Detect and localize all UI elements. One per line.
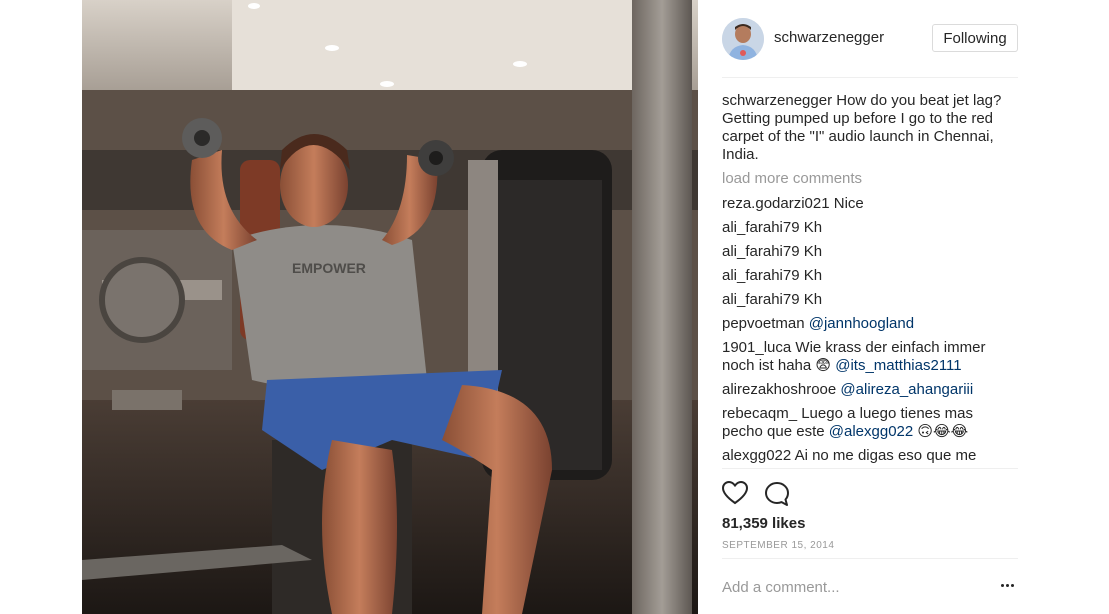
likes-count[interactable]: 81,359 likes <box>722 515 805 532</box>
comment-username[interactable]: pepvoetman <box>722 315 805 332</box>
post-caption: schwarzenegger How do you beat jet lag? … <box>722 92 1018 164</box>
avatar-image <box>722 18 764 60</box>
caption-username[interactable]: schwarzenegger <box>722 92 832 109</box>
comment-item: alexgg022 Ai no me digas eso que me <box>722 447 1018 465</box>
following-button[interactable]: Following <box>932 24 1018 52</box>
post-actions: 81,359 likes SEPTEMBER 15, 2014 <box>722 468 1018 551</box>
comment-item: reza.godarzi021 Nice <box>722 195 1018 213</box>
username[interactable]: schwarzenegger <box>774 29 884 46</box>
comment-item: ali_farahi79 Kh <box>722 243 1018 261</box>
comment-username[interactable]: reza.godarzi021 <box>722 195 830 212</box>
post-photo[interactable]: EMPOWER <box>82 0 698 614</box>
comment-username[interactable]: alirezakhoshrooe <box>722 381 836 398</box>
comment-mention-link[interactable]: @jannhoogland <box>809 315 914 332</box>
comment-username[interactable]: rebecaqm_ <box>722 405 797 422</box>
comment-username[interactable]: ali_farahi79 <box>722 219 800 236</box>
comment-text: Ai no me digas eso que me <box>794 447 977 464</box>
comments-list[interactable]: schwarzenegger How do you beat jet lag? … <box>722 92 1018 468</box>
comment-username[interactable]: ali_farahi79 <box>722 243 800 260</box>
comment-mention-link[interactable]: @alexgg022 <box>829 423 913 440</box>
comment-item: ali_farahi79 Kh <box>722 291 1018 309</box>
gym-photo-illustration: EMPOWER <box>82 0 698 614</box>
comment-bubble-icon[interactable] <box>764 481 790 507</box>
comment-item: ali_farahi79 Kh <box>722 267 1018 285</box>
add-comment-bar <box>722 558 1018 614</box>
comment-username[interactable]: 1901_luca <box>722 339 791 356</box>
add-comment-input[interactable] <box>722 577 972 597</box>
comment-text: Kh <box>803 219 823 236</box>
post-date[interactable]: SEPTEMBER 15, 2014 <box>722 540 834 551</box>
comment-item: 1901_luca Wie krass der einfach immer no… <box>722 339 1018 375</box>
comment-text: Kh <box>803 243 823 260</box>
post-side-panel: schwarzenegger Following schwarzenegger … <box>698 0 1109 614</box>
comment-item: ali_farahi79 Kh <box>722 219 1018 237</box>
comment-mention-link[interactable]: @its_matthias2111 <box>835 357 961 374</box>
load-more-comments-link[interactable]: load more comments <box>722 170 1018 188</box>
comment-text: Nice <box>833 195 864 212</box>
heart-icon[interactable] <box>722 481 748 505</box>
comment-username[interactable]: ali_farahi79 <box>722 291 800 308</box>
comment-username[interactable]: ali_farahi79 <box>722 267 800 284</box>
ellipsis-icon[interactable] <box>1000 577 1018 597</box>
comment-item: rebecaqm_ Luego a luego tienes mas pecho… <box>722 405 1018 441</box>
comment-item: pepvoetman @jannhoogland <box>722 315 1018 333</box>
comment-emoji: 🙃😂😂 <box>917 423 969 440</box>
comment-mention-link[interactable]: @alireza_ahangariii <box>840 381 973 398</box>
comment-text: Kh <box>803 291 823 308</box>
comment-container: reza.godarzi021 Nice ali_farahi79 Kh ali… <box>722 195 1018 465</box>
comment-text: Kh <box>803 267 823 284</box>
avatar[interactable] <box>722 18 764 60</box>
post-header: schwarzenegger Following <box>722 14 1018 78</box>
shirt-text: EMPOWER <box>292 260 366 276</box>
comment-username[interactable]: alexgg022 <box>722 447 791 464</box>
comment-item: alirezakhoshrooe @alireza_ahangariii <box>722 381 1018 399</box>
